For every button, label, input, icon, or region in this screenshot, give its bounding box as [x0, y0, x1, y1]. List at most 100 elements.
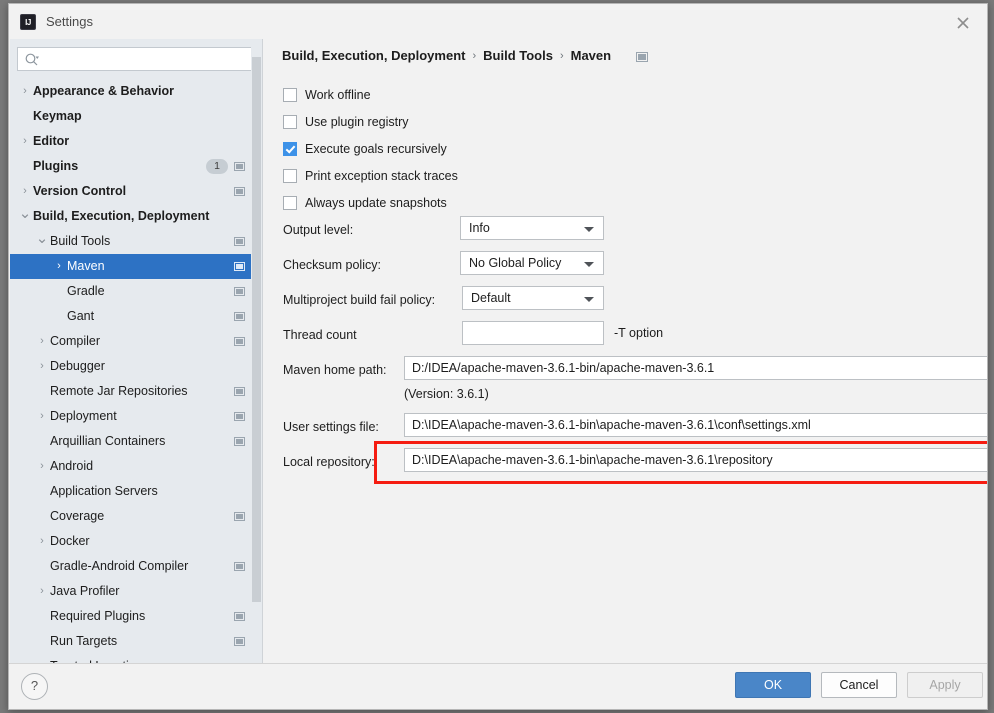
- sidebar-item-label: Appearance & Behavior: [33, 84, 175, 98]
- chevron-right-icon[interactable]: ›: [35, 529, 49, 554]
- sidebar-item-label: Editor: [33, 134, 70, 148]
- breadcrumb: Build, Execution, Deployment › Build Tools…: [282, 48, 611, 68]
- chevron-right-icon[interactable]: ›: [52, 254, 66, 279]
- checksum-policy-value: No Global Policy: [469, 256, 562, 270]
- window-title: Settings: [46, 14, 93, 29]
- sidebar-item-remote-jar-repositories[interactable]: Remote Jar Repositories: [10, 379, 262, 404]
- chevron-right-icon[interactable]: ›: [18, 79, 32, 104]
- sidebar-item-label: Build Tools: [50, 234, 111, 248]
- sidebar-item-editor[interactable]: › Editor: [10, 129, 262, 154]
- sidebar-item-keymap[interactable]: Keymap: [10, 104, 262, 129]
- user-settings-file-value: D:\IDEA\apache-maven-3.6.1-bin\apache-ma…: [412, 418, 811, 432]
- sidebar-item-label: Maven: [67, 259, 105, 273]
- sidebar-item-application-servers[interactable]: Application Servers: [10, 479, 262, 504]
- always-update-snapshots-checkbox[interactable]: [283, 196, 297, 210]
- search-input[interactable]: [44, 48, 253, 72]
- search-box[interactable]: [17, 47, 256, 72]
- project-settings-icon: [636, 52, 648, 62]
- apply-button[interactable]: Apply: [907, 672, 983, 698]
- help-button[interactable]: ?: [21, 673, 48, 700]
- sidebar-item-label: Java Profiler: [50, 584, 120, 598]
- sidebar-item-plugins[interactable]: Plugins 1: [10, 154, 262, 179]
- sidebar-scrollbar-thumb[interactable]: [252, 57, 261, 602]
- dialog-footer: ? OK Cancel Apply: [9, 663, 987, 709]
- print-exception-stack-traces-checkbox[interactable]: [283, 169, 297, 183]
- sidebar-item-coverage[interactable]: Coverage: [10, 504, 262, 529]
- execute-goals-recursively-checkbox[interactable]: [283, 142, 297, 156]
- output-level-label: Output level:: [283, 223, 354, 237]
- sidebar-item-arquillian-containers[interactable]: Arquillian Containers: [10, 429, 262, 454]
- sidebar-item-label: Run Targets: [50, 634, 118, 648]
- ok-button[interactable]: OK: [735, 672, 811, 698]
- chevron-right-icon[interactable]: ›: [35, 404, 49, 429]
- project-settings-icon: [234, 562, 245, 571]
- project-settings-icon: [234, 512, 245, 521]
- chevron-down-icon: [584, 227, 594, 232]
- project-settings-icon: [234, 262, 245, 271]
- chevron-down-icon[interactable]: ⌄: [35, 229, 49, 248]
- sidebar-scrollbar-track[interactable]: [251, 39, 262, 626]
- sidebar-item-debugger[interactable]: › Debugger: [10, 354, 262, 379]
- sidebar-item-label: Gradle: [67, 284, 105, 298]
- maven-home-path-input[interactable]: D:/IDEA/apache-maven-3.6.1-bin/apache-ma…: [404, 356, 987, 380]
- breadcrumb-part-3[interactable]: Maven: [571, 48, 611, 63]
- sidebar-item-android[interactable]: › Android: [10, 454, 262, 479]
- local-repository-value: D:\IDEA\apache-maven-3.6.1-bin\apache-ma…: [412, 453, 773, 467]
- sidebar-item-gradle[interactable]: Gradle: [10, 279, 262, 304]
- sidebar-item-label: Keymap: [33, 109, 82, 123]
- sidebar-item-maven[interactable]: › Maven: [10, 254, 262, 279]
- sidebar-item-compiler[interactable]: › Compiler: [10, 329, 262, 354]
- breadcrumb-separator-2: ›: [559, 50, 564, 62]
- chevron-down-icon: [584, 297, 594, 302]
- checksum-policy-dropdown[interactable]: No Global Policy: [460, 251, 604, 275]
- sidebar-item-run-targets[interactable]: Run Targets: [10, 629, 262, 654]
- thread-count-input[interactable]: [462, 321, 604, 345]
- chevron-right-icon[interactable]: ›: [35, 579, 49, 604]
- checksum-policy-label: Checksum policy:: [283, 258, 381, 272]
- sidebar-item-required-plugins[interactable]: Required Plugins: [10, 604, 262, 629]
- sidebar-item-docker[interactable]: › Docker: [10, 529, 262, 554]
- project-settings-icon: [234, 287, 245, 296]
- sidebar-item-label: Docker: [50, 534, 90, 548]
- settings-tree[interactable]: › Appearance & Behavior Keymap › Editor Plugi…: [10, 79, 262, 666]
- project-settings-icon: [234, 412, 245, 421]
- sidebar-item-gant[interactable]: Gant: [10, 304, 262, 329]
- project-settings-icon: [234, 387, 245, 396]
- sidebar-item-build-execution-deployment[interactable]: ⌄ Build, Execution, Deployment: [10, 204, 262, 229]
- work-offline-label: Work offline: [305, 88, 371, 102]
- chevron-right-icon[interactable]: ›: [35, 454, 49, 479]
- maven-version-note: (Version: 3.6.1): [404, 387, 489, 401]
- sidebar-item-deployment[interactable]: › Deployment: [10, 404, 262, 429]
- breadcrumb-part-2[interactable]: Build Tools: [483, 48, 553, 63]
- cancel-button[interactable]: Cancel: [821, 672, 897, 698]
- sidebar-item-label: Build, Execution, Deployment: [33, 209, 210, 223]
- sidebar-item-gradle-android-compiler[interactable]: Gradle-Android Compiler: [10, 554, 262, 579]
- sidebar-item-label: Version Control: [33, 184, 127, 198]
- user-settings-file-input[interactable]: D:\IDEA\apache-maven-3.6.1-bin\apache-ma…: [404, 413, 987, 437]
- local-repository-label: Local repository:: [283, 455, 375, 469]
- use-plugin-registry-label: Use plugin registry: [305, 115, 409, 129]
- sidebar-item-build-tools[interactable]: ⌄ Build Tools: [10, 229, 262, 254]
- always-update-snapshots-label: Always update snapshots: [305, 196, 447, 210]
- chevron-right-icon[interactable]: ›: [18, 129, 32, 154]
- sidebar-item-version-control[interactable]: › Version Control: [10, 179, 262, 204]
- use-plugin-registry-checkbox[interactable]: [283, 115, 297, 129]
- work-offline-checkbox[interactable]: [283, 88, 297, 102]
- local-repository-input[interactable]: D:\IDEA\apache-maven-3.6.1-bin\apache-ma…: [404, 448, 987, 472]
- chevron-down-icon[interactable]: ⌄: [18, 204, 32, 223]
- breadcrumb-part-1[interactable]: Build, Execution, Deployment: [282, 48, 465, 63]
- thread-count-label: Thread count: [283, 328, 357, 342]
- chevron-right-icon[interactable]: ›: [35, 329, 49, 354]
- breadcrumb-separator-1: ›: [472, 50, 477, 62]
- project-settings-icon: [234, 187, 245, 196]
- sidebar-item-appearance-behavior[interactable]: › Appearance & Behavior: [10, 79, 262, 104]
- chevron-right-icon[interactable]: ›: [18, 179, 32, 204]
- sidebar-item-label: Plugins: [33, 159, 79, 173]
- multiproject-policy-dropdown[interactable]: Default: [462, 286, 604, 310]
- title-bar: IJ Settings: [9, 4, 987, 39]
- chevron-right-icon[interactable]: ›: [35, 354, 49, 379]
- sidebar-item-java-profiler[interactable]: › Java Profiler: [10, 579, 262, 604]
- project-settings-icon: [234, 612, 245, 621]
- close-button[interactable]: [943, 7, 983, 36]
- output-level-dropdown[interactable]: Info: [460, 216, 604, 240]
